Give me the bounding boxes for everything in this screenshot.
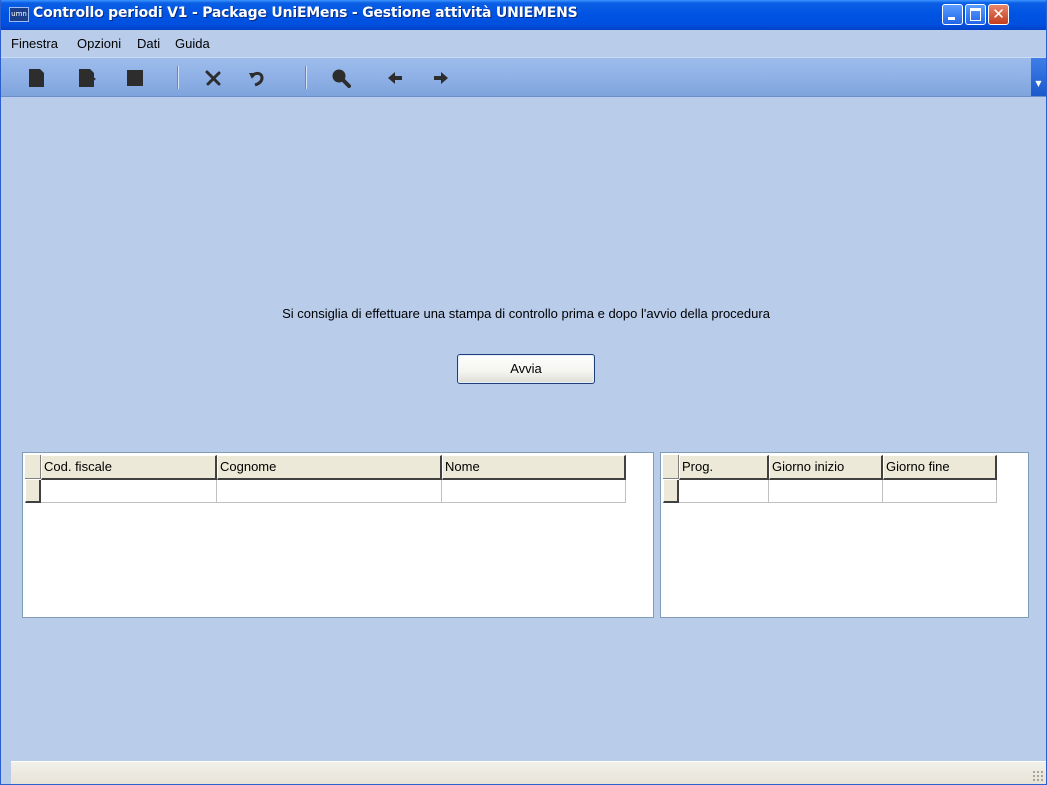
copy-record-icon[interactable] — [77, 68, 97, 88]
advice-message: Si consiglia di effettuare una stampa di… — [282, 306, 770, 321]
previous-icon[interactable] — [385, 68, 405, 88]
row-header[interactable] — [25, 480, 41, 503]
window-title: Controllo periodi V1 - Package UniEMens … — [33, 5, 578, 21]
maximize-button[interactable] — [965, 4, 986, 25]
close-icon: ✕ — [992, 5, 1005, 23]
column-header-giorno-fine[interactable]: Giorno fine — [883, 455, 997, 480]
menu-bar: Finestra Opzioni Dati Guida — [1, 30, 1046, 57]
resize-grip-icon[interactable] — [1032, 770, 1044, 782]
grid-header: Cod. fiscale Cognome Nome — [25, 455, 626, 480]
column-header-cognome[interactable]: Cognome — [217, 455, 442, 480]
menu-guida[interactable]: Guida — [175, 36, 210, 51]
avvia-button[interactable]: Avvia — [457, 354, 595, 384]
app-icon: umn — [9, 7, 29, 22]
column-header-nome[interactable]: Nome — [442, 455, 626, 480]
table-row[interactable] — [663, 480, 997, 503]
grid-corner — [663, 455, 679, 479]
delete-icon[interactable] — [203, 68, 223, 88]
cell-giorno-fine[interactable] — [883, 480, 997, 503]
maximize-icon — [970, 8, 981, 21]
cell-nome[interactable] — [442, 480, 626, 503]
periods-grid[interactable]: Prog. Giorno inizio Giorno fine — [660, 452, 1029, 618]
menu-dati[interactable]: Dati — [137, 36, 160, 51]
minimize-icon — [948, 17, 955, 20]
cell-cognome[interactable] — [217, 480, 442, 503]
table-row[interactable] — [25, 480, 626, 503]
grid-header: Prog. Giorno inizio Giorno fine — [663, 455, 997, 480]
cell-giorno-inizio[interactable] — [769, 480, 883, 503]
left-border — [1, 97, 11, 784]
menu-opzioni[interactable]: Opzioni — [77, 36, 121, 51]
status-bar — [11, 761, 1046, 784]
save-icon[interactable] — [125, 68, 145, 88]
column-header-cod-fiscale[interactable]: Cod. fiscale — [41, 455, 217, 480]
column-header-giorno-inizio[interactable]: Giorno inizio — [769, 455, 883, 480]
row-header[interactable] — [663, 480, 679, 503]
toolbar-overflow-chevron-icon[interactable]: ▼ — [1031, 58, 1046, 96]
cell-prog[interactable] — [679, 480, 769, 503]
title-bar[interactable]: umn Controllo periodi V1 - Package UniEM… — [1, 0, 1046, 30]
application-window: umn Controllo periodi V1 - Package UniEM… — [0, 0, 1047, 785]
column-header-prog[interactable]: Prog. — [679, 455, 769, 480]
grid-corner — [25, 455, 41, 479]
toolbar: ▼ — [1, 57, 1046, 97]
toolbar-separator — [177, 66, 179, 89]
cell-cod-fiscale[interactable] — [41, 480, 217, 503]
search-icon[interactable] — [331, 68, 351, 88]
menu-finestra[interactable]: Finestra — [11, 36, 58, 51]
close-button[interactable]: ✕ — [988, 4, 1009, 25]
people-grid[interactable]: Cod. fiscale Cognome Nome — [22, 452, 654, 618]
next-icon[interactable] — [431, 68, 451, 88]
new-record-icon[interactable] — [27, 68, 47, 88]
toolbar-separator — [305, 66, 307, 89]
minimize-button[interactable] — [942, 4, 963, 25]
undo-icon[interactable] — [247, 68, 267, 88]
